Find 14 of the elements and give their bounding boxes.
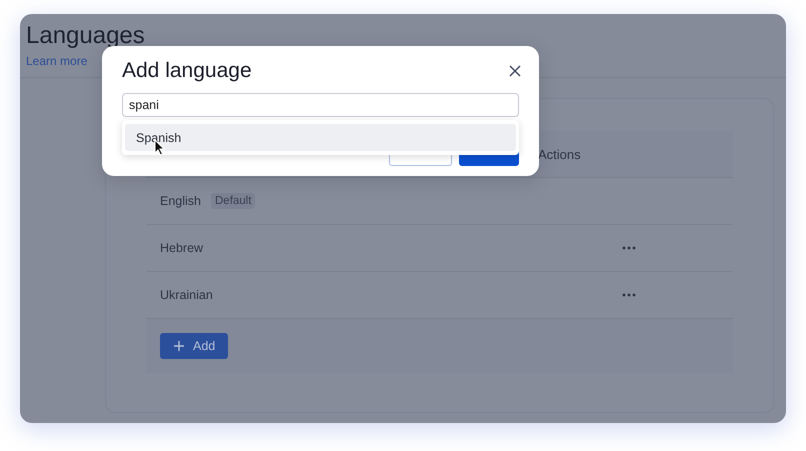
language-search-field[interactable]: spani bbox=[122, 93, 519, 117]
close-icon[interactable] bbox=[509, 65, 521, 77]
suggestion-item[interactable]: Spanish bbox=[125, 124, 516, 151]
column-header: Actions bbox=[538, 146, 581, 162]
default-badge: Default bbox=[211, 193, 256, 209]
more-icon[interactable] bbox=[622, 246, 636, 250]
language-name: Ukrainian bbox=[160, 288, 213, 302]
page-title: Languages bbox=[26, 22, 146, 50]
more-icon[interactable] bbox=[622, 293, 636, 297]
dialog-title: Add language bbox=[122, 59, 252, 83]
language-name: English bbox=[160, 194, 201, 208]
language-name: Hebrew bbox=[160, 241, 204, 255]
add-button[interactable]: Add bbox=[160, 333, 228, 359]
plus-icon bbox=[173, 340, 185, 352]
